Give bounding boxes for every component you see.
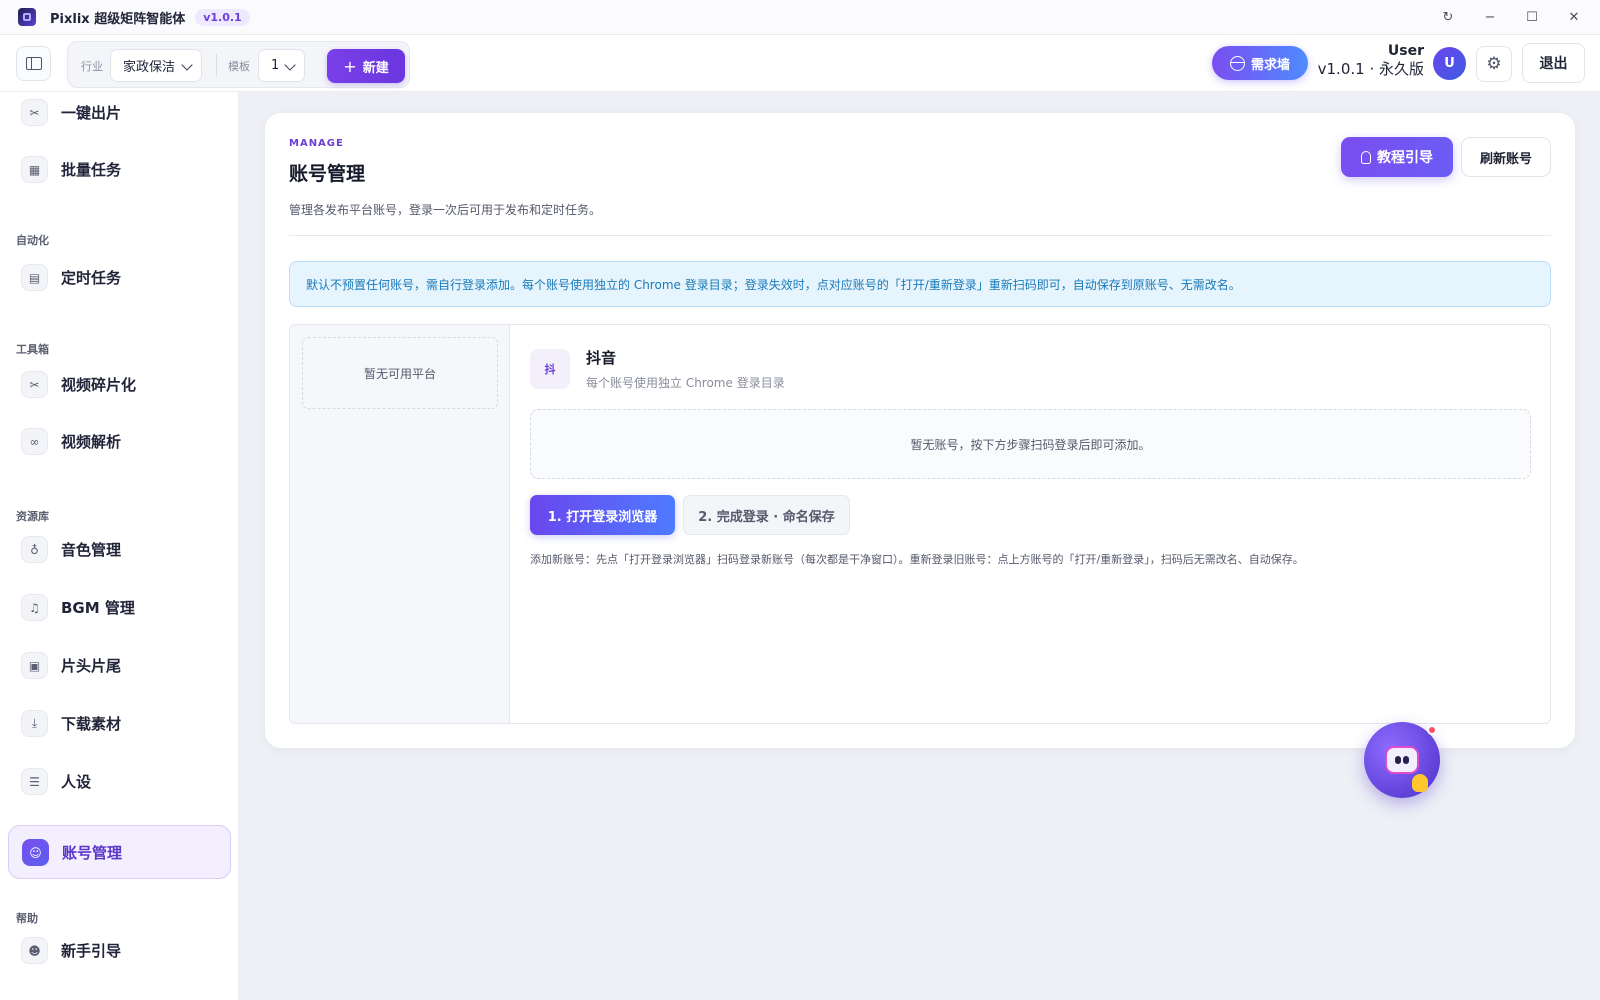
scissors-icon: ✂ (21, 371, 48, 398)
new-button[interactable]: + 新建 (327, 49, 405, 83)
template-value: 1 (271, 58, 280, 73)
gear-icon: ⚙ (1486, 54, 1502, 74)
section-library: 资源库 (16, 510, 49, 523)
scissors-icon: ✂ (21, 99, 48, 126)
empty-platform-placeholder: 暂无可用平台 (302, 337, 498, 409)
top-toolbar: 行业 家政保洁 模板 1 + 新建 需求墙 User v1.0.1 · 永久版 U… (0, 35, 1600, 92)
sidebar-item-label: 片头片尾 (61, 657, 122, 675)
reload-icon[interactable]: ↻ (1440, 10, 1456, 26)
sidebar-item-one-click[interactable]: ✂ 一键出片 (8, 86, 231, 140)
login-hint-text: 添加新账号：先点「打开登录浏览器」扫码登录新账号（每次都是干净窗口）。重新登录旧… (530, 553, 1304, 566)
close-icon[interactable]: ✕ (1566, 10, 1582, 26)
sidebar-item-batch[interactable]: ▦ 批量任务 (8, 143, 231, 197)
sidebar-item-label: 下载素材 (61, 715, 122, 733)
user-icon: ☻ (21, 937, 48, 964)
industry-select[interactable]: 家政保洁 (110, 49, 202, 82)
tutorial-guide-label: 教程引导 (1377, 150, 1433, 166)
sidebar-item-schedule[interactable]: ▤ 定时任务 (8, 251, 231, 305)
microphone-icon: ♁ (21, 536, 48, 563)
calendar-icon: ▤ (21, 264, 48, 291)
music-icon: ♫ (21, 594, 48, 621)
sidebar-item-persona[interactable]: ☰ 人设 (8, 755, 231, 809)
platform-subtitle: 每个账号使用独立 Chrome 登录目录 (586, 376, 785, 390)
maximize-icon[interactable]: ☐ (1524, 10, 1540, 26)
tutorial-guide-button[interactable]: 教程引导 (1341, 137, 1453, 177)
notification-dot (1427, 725, 1437, 735)
sidebar-item-label: 账号管理 (62, 844, 123, 862)
section-automation: 自动化 (16, 234, 49, 247)
download-icon: ⤓ (21, 710, 48, 737)
window-controls: ↻ − ☐ ✕ (1440, 0, 1582, 35)
demand-wall-button[interactable]: 需求墙 (1212, 46, 1308, 80)
sidebar-item-label: 音色管理 (61, 541, 122, 559)
sidebar-item-video-parse[interactable]: ∞ 视频解析 (8, 415, 231, 469)
users-icon: ☺ (22, 839, 49, 866)
page-description: 管理各发布平台账号，登录一次后可用于发布和定时任务。 (289, 203, 602, 217)
sidebar-item-voice[interactable]: ♁ 音色管理 (8, 523, 231, 577)
empty-accounts-placeholder: 暂无账号，按下方步骤扫码登录后即可添加。 (530, 409, 1531, 479)
grid-icon: ▦ (21, 156, 48, 183)
section-toolbox: 工具箱 (16, 343, 49, 356)
platform-name: 抖音 (586, 349, 617, 367)
wave-hand-icon (1412, 774, 1428, 792)
open-login-browser-button[interactable]: 1. 打开登录浏览器 (530, 495, 675, 535)
settings-button[interactable]: ⚙ (1476, 46, 1512, 82)
sidebar-item-label: BGM 管理 (61, 599, 135, 617)
demand-wall-label: 需求墙 (1250, 57, 1290, 73)
sidebar-item-guide[interactable]: ☻ 新手引导 (8, 924, 231, 978)
film-icon: ▣ (21, 652, 48, 679)
sidebar-item-label: 一键出片 (61, 104, 122, 122)
globe-icon (1229, 55, 1245, 71)
toolbar-divider (216, 54, 217, 76)
logout-button[interactable]: 退出 (1522, 43, 1585, 83)
sidebar-item-label: 批量任务 (61, 161, 122, 179)
sidebar-item-download[interactable]: ⤓ 下载素材 (8, 697, 231, 751)
user-edition: v1.0.1 · 永久版 (1317, 60, 1424, 78)
title-bar: Pixlix 超级矩阵智能体 v1.0.1 ↻ − ☐ ✕ (0, 0, 1600, 35)
persona-icon: ☰ (21, 768, 48, 795)
sidebar-item-video-fragment[interactable]: ✂ 视频碎片化 (8, 358, 231, 412)
sidebar-item-label: 视频解析 (61, 433, 122, 451)
new-button-label: 新建 (362, 60, 389, 76)
plus-icon: + (343, 56, 357, 76)
user-info: User v1.0.1 · 永久版 (1318, 43, 1424, 79)
industry-label: 行业 (81, 60, 103, 73)
sidebar-item-intro-outro[interactable]: ▣ 片头片尾 (8, 639, 231, 693)
sidebar-item-accounts[interactable]: ☺ 账号管理 (8, 825, 231, 879)
lightbulb-icon (1361, 150, 1371, 164)
refresh-accounts-button[interactable]: 刷新账号 (1461, 137, 1551, 177)
user-name: User (1387, 43, 1424, 59)
douyin-icon: 抖 (530, 349, 570, 389)
sidebar: ✂ 一键出片 ▦ 批量任务 自动化 ▤ 定时任务 工具箱 ✂ 视频碎片化 ∞ 视… (0, 92, 239, 1000)
link-icon: ∞ (21, 428, 48, 455)
account-management-card: MANAGE 账号管理 管理各发布平台账号，登录一次后可用于发布和定时任务。 教… (265, 113, 1575, 748)
sidebar-item-bgm[interactable]: ♫ BGM 管理 (8, 581, 231, 635)
minimize-icon[interactable]: − (1482, 10, 1498, 26)
platform-panel: 暂无可用平台 抖 抖音 每个账号使用独立 Chrome 登录目录 暂无账号，按下… (289, 324, 1551, 724)
platform-list: 暂无可用平台 (290, 325, 510, 723)
app-title: Pixlix 超级矩阵智能体 (50, 11, 186, 27)
sidebar-toggle-icon (25, 57, 42, 70)
app-version-badge: v1.0.1 (195, 8, 250, 26)
robot-icon (1385, 746, 1419, 774)
avatar[interactable]: U (1433, 47, 1466, 80)
sidebar-item-label: 定时任务 (61, 269, 122, 287)
chevron-down-icon (181, 59, 193, 71)
sidebar-toggle-button[interactable] (16, 46, 51, 81)
chevron-down-icon (284, 59, 296, 71)
template-select[interactable]: 1 (258, 49, 305, 82)
finish-login-save-button[interactable]: 2. 完成登录 · 命名保存 (683, 495, 850, 535)
project-selector-group: 行业 家政保洁 模板 1 + 新建 (67, 41, 410, 88)
sidebar-item-label: 新手引导 (61, 942, 122, 960)
industry-value: 家政保洁 (123, 60, 176, 75)
info-notice: 默认不预置任何账号，需自行登录添加。每个账号使用独立的 Chrome 登录目录；… (289, 261, 1551, 307)
page-eyebrow: MANAGE (289, 138, 344, 149)
sidebar-item-label: 视频碎片化 (61, 376, 137, 394)
template-label: 模板 (228, 60, 250, 73)
page-title: 账号管理 (289, 163, 366, 185)
app-logo-icon (18, 8, 36, 26)
sidebar-item-label: 人设 (61, 773, 92, 791)
header-divider (289, 235, 1551, 236)
